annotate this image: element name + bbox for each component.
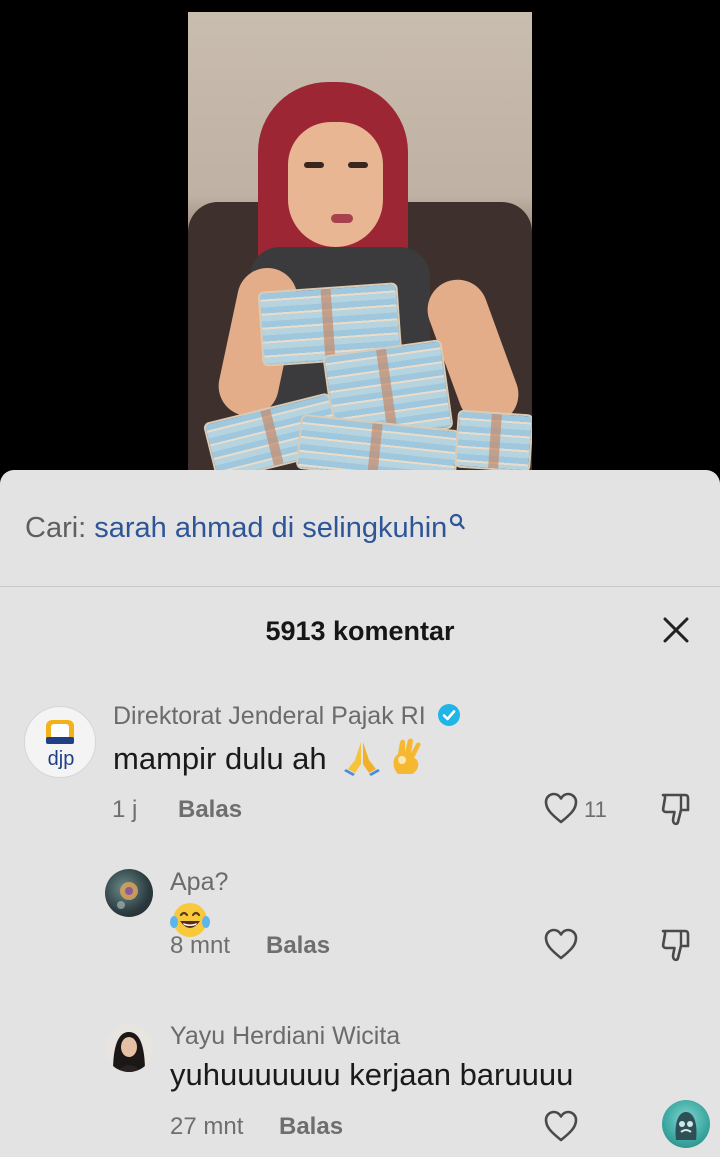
heart-icon <box>544 792 578 824</box>
dislike-button[interactable] <box>660 927 694 963</box>
like-count: 11 <box>584 797 607 822</box>
video-person-eye <box>348 162 368 168</box>
comment-count: 5913 komentar <box>265 616 455 646</box>
comment-item: djp Direktorat Jenderal Pajak RI mampir … <box>0 698 720 838</box>
verified-badge-icon <box>437 703 461 734</box>
reply-button[interactable]: Balas <box>279 1113 343 1141</box>
search-suggestion[interactable]: Cari: sarah ahmad di selingkuhin <box>0 470 720 587</box>
comment-author[interactable]: Direktorat Jenderal Pajak RI <box>113 702 461 734</box>
ok-hand-icon <box>390 738 424 784</box>
comment-text: mampir dulu ah <box>113 738 424 784</box>
video-person-face <box>288 122 383 247</box>
video-person-lips <box>331 214 353 223</box>
comment-author-name[interactable]: Direktorat Jenderal Pajak RI <box>113 702 426 730</box>
close-icon <box>663 617 689 643</box>
heart-icon <box>544 1110 578 1142</box>
comment-time: 27 mnt <box>170 1113 244 1140</box>
search-query-link[interactable]: sarah ahmad di selingkuhin <box>94 512 447 545</box>
money-stack <box>454 409 532 470</box>
search-prefix: Cari: <box>25 511 87 544</box>
comment-reply-item: Yayu Herdiani Wicita yuhuuuuuuu kerjaan … <box>0 1022 720 1157</box>
heart-icon <box>544 928 578 960</box>
comments-header: 5913 komentar <box>0 588 720 678</box>
like-button[interactable] <box>543 791 579 825</box>
reply-button[interactable]: Balas <box>178 796 242 824</box>
video-player[interactable] <box>0 0 720 470</box>
avatar[interactable] <box>105 1024 153 1072</box>
comment-body: mampir dulu ah <box>113 741 327 777</box>
close-button[interactable] <box>658 612 694 648</box>
djp-logo-icon: djp <box>46 720 75 770</box>
comment-author[interactable]: Apa? <box>170 868 228 897</box>
avatar[interactable]: djp <box>24 706 96 778</box>
svg-text:djp: djp <box>48 748 75 770</box>
video-person-eye <box>304 162 324 168</box>
comment-time: 8 mnt <box>170 932 231 959</box>
comment-text: yuhuuuuuuu kerjaan baruuuu <box>170 1057 574 1092</box>
avatar[interactable] <box>105 869 153 917</box>
thumbs-down-icon <box>661 793 690 826</box>
comment-author[interactable]: Yayu Herdiani Wicita <box>170 1022 400 1051</box>
comment-reply-item: Apa? 8 mnt Balas <box>0 865 720 995</box>
comment-time: 1 j <box>112 796 138 823</box>
dislike-button[interactable] <box>660 791 694 827</box>
thumbs-down-icon <box>661 929 690 962</box>
reply-button[interactable]: Balas <box>266 932 330 960</box>
comments-sheet: Cari: sarah ahmad di selingkuhin 5913 ko… <box>0 470 720 1157</box>
like-button[interactable] <box>543 927 579 961</box>
video-frame[interactable] <box>188 12 532 470</box>
sticker-mascot-icon[interactable] <box>662 1100 710 1148</box>
like-button[interactable] <box>543 1109 579 1143</box>
search-icon <box>449 506 465 530</box>
folded-hands-icon <box>343 738 381 784</box>
